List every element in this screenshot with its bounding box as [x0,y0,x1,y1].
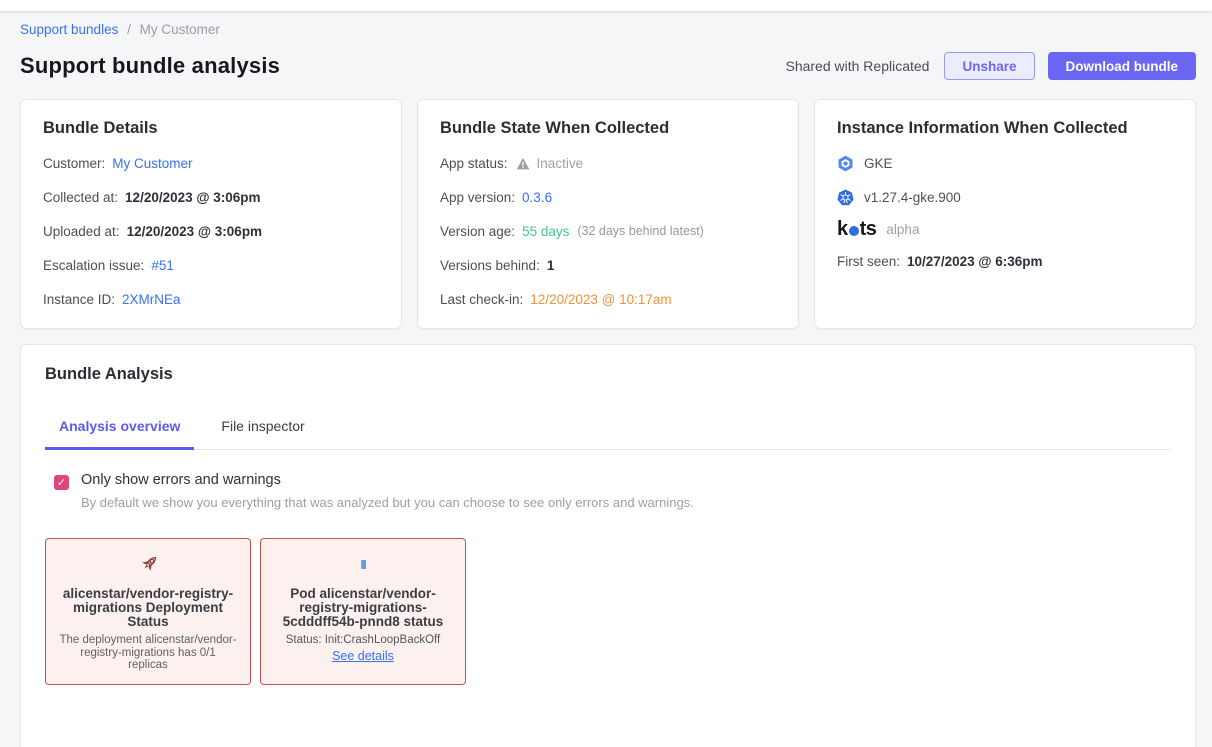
gke-icon [837,155,854,172]
bundle-state-title: Bundle State When Collected [440,119,776,138]
collected-at-row: Collected at: 12/20/2023 @ 3:06pm [43,189,379,206]
first-seen-value: 10/27/2023 @ 6:36pm [907,253,1043,270]
kots-row: kts alpha [837,221,1173,238]
collected-at-label: Collected at: [43,189,118,206]
bundle-details-title: Bundle Details [43,119,379,138]
k8s-version-row: v1.27.4-gke.900 [837,189,1173,206]
last-checkin-label: Last check-in: [440,291,523,308]
kubernetes-icon [837,189,854,206]
instance-id-row: Instance ID: 2XMrNEa [43,291,379,308]
page-title: Support bundle analysis [20,53,280,79]
filter-label[interactable]: Only show errors and warnings [81,472,694,488]
deployment-status-error-card: alicenstar/vendor-registry-migrations De… [45,538,251,685]
uploaded-at-row: Uploaded at: 12/20/2023 @ 3:06pm [43,223,379,240]
app-version-link[interactable]: 0.3.6 [522,189,552,206]
version-age-value: 55 days [522,223,569,240]
header-actions: Shared with Replicated Unshare Download … [785,52,1196,80]
tab-analysis-overview[interactable]: Analysis overview [45,408,194,450]
tab-file-inspector[interactable]: File inspector [207,408,318,449]
k8s-version-value: v1.27.4-gke.900 [864,189,961,206]
kots-logo: kts [837,221,876,238]
app-status-label: App status: [440,155,508,172]
see-details-link[interactable]: See details [332,649,394,663]
breadcrumb-current: My Customer [140,22,220,37]
bundle-analysis-title: Bundle Analysis [45,365,1171,384]
warning-icon [515,157,531,171]
customer-link[interactable]: My Customer [112,155,192,172]
analyzer-results-row: alicenstar/vendor-registry-migrations De… [45,538,1171,685]
kots-channel: alpha [886,221,919,238]
versions-behind-label: Versions behind: [440,257,540,274]
page-header: Support bundle analysis Shared with Repl… [20,52,1196,80]
filter-description: By default we show you everything that w… [81,495,694,510]
bundle-details-card: Bundle Details Customer: My Customer Col… [20,99,402,329]
app-version-row: App version: 0.3.6 [440,189,776,206]
download-bundle-button[interactable]: Download bundle [1048,52,1197,80]
bundle-analysis-card: Bundle Analysis Analysis overview File i… [20,344,1196,747]
support-bundle-analysis-page: Support bundles / My Customer Support bu… [0,11,1212,747]
kots-logo-ts: ts [860,221,877,238]
rocket-icon [137,553,160,576]
filter-text-block: Only show errors and warnings By default… [81,472,694,510]
escalation-issue-label: Escalation issue: [43,257,144,274]
bundle-state-card: Bundle State When Collected App status: … [417,99,799,329]
analysis-tabs: Analysis overview File inspector [45,408,1171,450]
error-card-description: The deployment alicenstar/vendor-registr… [59,634,237,672]
escalation-issue-link[interactable]: #51 [151,257,174,274]
instance-info-title: Instance Information When Collected [837,119,1173,138]
first-seen-label: First seen: [837,253,900,270]
instance-id-link[interactable]: 2XMrNEa [122,291,181,308]
versions-behind-value: 1 [547,257,555,274]
kots-logo-dot-icon [849,226,859,236]
app-status-row: App status: Inactive [440,155,776,172]
error-card-icon-zone [59,550,237,578]
version-age-label: Version age: [440,223,515,240]
error-card-icon-zone [274,550,452,578]
app-version-label: App version: [440,189,515,206]
customer-label: Customer: [43,155,105,172]
errors-filter-row: ✓ Only show errors and warnings By defau… [45,472,1171,510]
app-status-value: Inactive [537,155,584,172]
uploaded-at-value: 12/20/2023 @ 3:06pm [127,223,263,240]
pod-icon [361,560,366,569]
last-checkin-value: 12/20/2023 @ 10:17am [530,291,671,308]
collected-at-value: 12/20/2023 @ 3:06pm [125,189,261,206]
uploaded-at-label: Uploaded at: [43,223,120,240]
escalation-issue-row: Escalation issue: #51 [43,257,379,274]
error-card-title: alicenstar/vendor-registry-migrations De… [59,587,237,629]
breadcrumb-separator: / [127,22,131,37]
top-nav-edge [0,0,1212,11]
pod-status-error-card: Pod alicenstar/vendor-registry-migration… [260,538,466,685]
version-age-row: Version age: 55 days (32 days behind lat… [440,223,776,240]
instance-id-label: Instance ID: [43,291,115,308]
error-card-status: Status: Init:CrashLoopBackOff [274,634,452,646]
shared-status-text: Shared with Replicated [785,58,929,74]
customer-row: Customer: My Customer [43,155,379,172]
version-age-note: (32 days behind latest) [577,223,703,240]
first-seen-row: First seen: 10/27/2023 @ 6:36pm [837,253,1173,270]
only-errors-checkbox[interactable]: ✓ [54,475,69,490]
breadcrumb-support-bundles-link[interactable]: Support bundles [20,22,118,37]
last-checkin-row: Last check-in: 12/20/2023 @ 10:17am [440,291,776,308]
kots-logo-k: k [837,221,848,238]
distribution-row: GKE [837,155,1173,172]
error-card-title: Pod alicenstar/vendor-registry-migration… [274,587,452,629]
info-cards-row: Bundle Details Customer: My Customer Col… [20,99,1196,329]
breadcrumb: Support bundles / My Customer [20,22,1196,37]
instance-info-card: Instance Information When Collected GKE [814,99,1196,329]
versions-behind-row: Versions behind: 1 [440,257,776,274]
unshare-button[interactable]: Unshare [944,52,1034,80]
distribution-value: GKE [864,155,893,172]
